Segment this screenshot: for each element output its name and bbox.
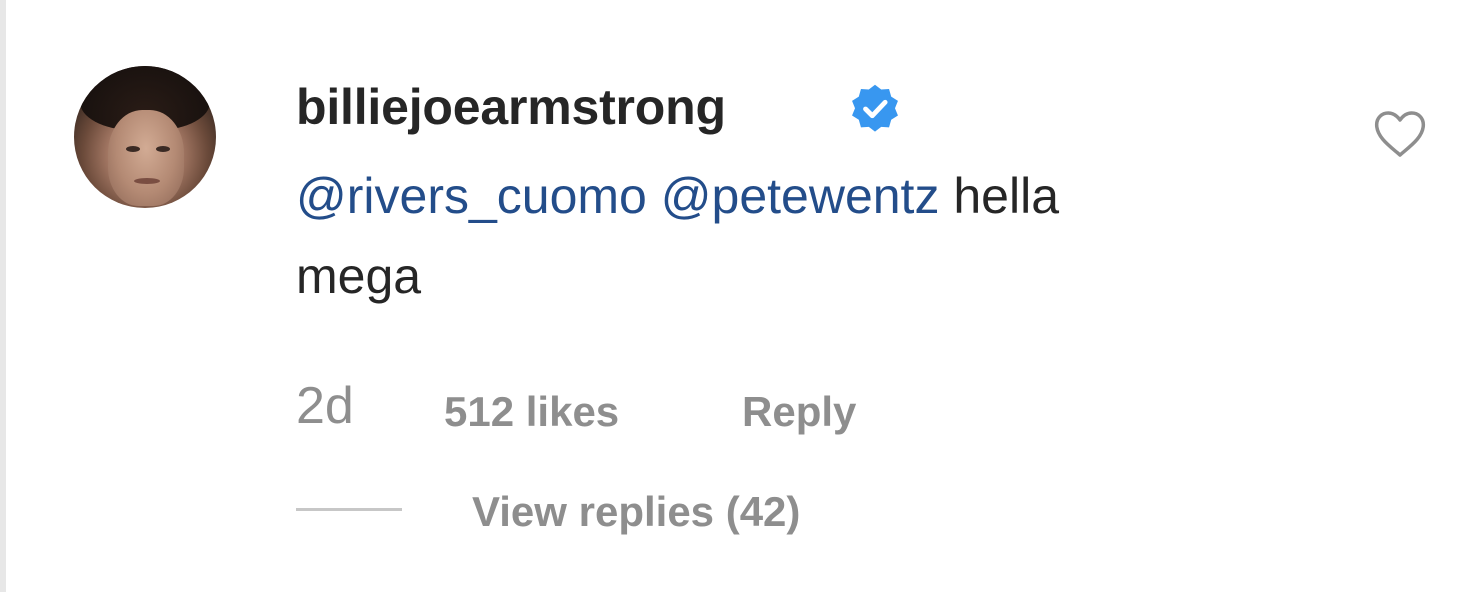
comment-timestamp[interactable]: 2d (296, 378, 354, 434)
replies-divider-line (296, 508, 402, 511)
reply-button[interactable]: Reply (742, 384, 856, 440)
comment-text: @rivers_cuomo @petewentz hella mega (296, 156, 1276, 316)
likes-count[interactable]: 512 likes (444, 384, 619, 440)
verified-badge-icon (852, 84, 898, 132)
comment-body-part1: hella (953, 168, 1059, 224)
avatar-eye-left (126, 146, 140, 152)
mention-petewentz[interactable]: @petewentz (661, 168, 940, 224)
comment-body-part2: mega (296, 248, 422, 304)
avatar-face (108, 110, 184, 206)
mention-rivers-cuomo[interactable]: @rivers_cuomo (296, 168, 647, 224)
avatar[interactable] (74, 66, 216, 208)
username-link[interactable]: billiejoearmstrong (296, 76, 726, 138)
heart-icon[interactable] (1372, 108, 1428, 160)
avatar-eye-right (156, 146, 170, 152)
view-replies-button[interactable]: View replies (42) (472, 484, 800, 540)
avatar-mouth (134, 178, 160, 184)
comment-item: billiejoearmstrong @rivers_cuomo @petewe… (0, 0, 1480, 592)
